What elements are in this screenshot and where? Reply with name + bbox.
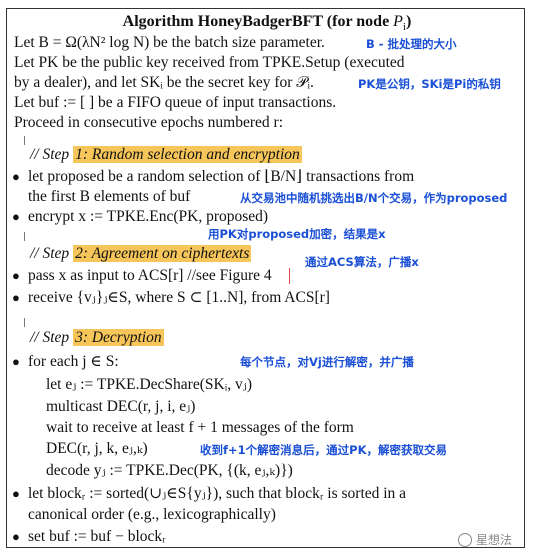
bullet-icon: ●: [12, 354, 20, 369]
step-3-label: 3: Decryption: [73, 329, 164, 346]
bullet-icon: ●: [12, 268, 20, 283]
step-3-line-3: multicast DEC(r, j, i, eⱼ): [46, 398, 196, 415]
annotation-encrypt: 用PK对proposed加密，结果是x: [208, 227, 386, 241]
step-3-line-2: let eⱼ := TPKE.DecShare(SKᵢ, vⱼ): [46, 376, 252, 393]
step-3-line-4: wait to receive at least f + 1 messages …: [46, 419, 354, 436]
step-2-line-1: pass x as input to ACS[r] //see Figure 4: [28, 267, 272, 284]
step-3-line-1: for each j ∈ S:: [28, 353, 119, 370]
annotation-decode: 收到f+1个解密消息后，通过PK，解密获取交易: [200, 443, 447, 457]
bullet-icon: ●: [12, 290, 20, 305]
bullet-icon: ●: [12, 169, 20, 184]
watermark: 星想法: [457, 531, 512, 548]
annotation-decrypt-share: 每个节点，对Vj进行解密，并广播: [240, 355, 414, 369]
bullet-icon: ●: [12, 209, 20, 224]
step-1-heading: // Step 1: Random selection and encrypti…: [30, 146, 302, 163]
step-separator: [24, 318, 25, 327]
watermark-text: 星想法: [475, 533, 512, 547]
intro-line-2: Let PK be the public key received from T…: [14, 54, 405, 71]
step-2-label: 2: Agreement on ciphertexts: [73, 245, 252, 262]
intro-line-4: Let buf := [ ] be a FIFO queue of input …: [14, 94, 337, 111]
intro-line-1: Let B = Ω(λN² log N) be the batch size p…: [14, 34, 325, 51]
step-3-line-8: canonical order (e.g., lexicographically…: [28, 506, 276, 523]
step-3-line-6: decode yⱼ := TPKE.Dec(PK, {(k, eⱼ,ₖ)}): [46, 462, 293, 479]
step-3-heading: // Step 3: Decryption: [30, 329, 164, 346]
intro-line-5: Proceed in consecutive epochs numbered r…: [14, 114, 284, 131]
annotation-random-select: 从交易池中随机挑选出B/N个交易，作为proposed: [240, 191, 508, 205]
annotation-keys: PK是公钥，SKi是Pi的私钥: [358, 77, 501, 91]
step-separator: [24, 136, 25, 145]
step-1-line-3: encrypt x := TPKE.Enc(PK, proposed): [28, 208, 269, 225]
text-cursor-icon: [289, 268, 290, 284]
bullet-icon: ●: [12, 529, 20, 544]
bullet-icon: ●: [12, 486, 20, 501]
annotation-acs: 通过ACS算法，广播x: [305, 255, 419, 269]
step-2-line-2: receive {vⱼ}ⱼ∈S, where S ⊂ [1..N], from …: [28, 289, 330, 306]
watermark-logo-icon: [457, 532, 472, 547]
annotation-batch-size: B - 批处理的大小: [366, 37, 457, 51]
step-1-label: 1: Random selection and encryption: [73, 146, 302, 163]
step-3-line-5: DEC(r, j, k, eⱼ,ₖ): [46, 440, 148, 457]
step-2-heading: // Step 2: Agreement on ciphertexts: [30, 245, 252, 262]
intro-line-3: by a dealer), and let SKᵢ be the secret …: [14, 74, 314, 91]
step-1-line-2: the first B elements of buf: [28, 188, 191, 205]
step-3-line-7: let blockᵣ := sorted(∪ⱼ∈S{yⱼ}), such tha…: [28, 485, 407, 502]
step-1-line-1: let proposed be a random selection of ⌊B…: [28, 168, 415, 185]
step-3-line-9: set buf := buf − blockᵣ: [28, 528, 166, 545]
step-separator: [24, 232, 25, 241]
